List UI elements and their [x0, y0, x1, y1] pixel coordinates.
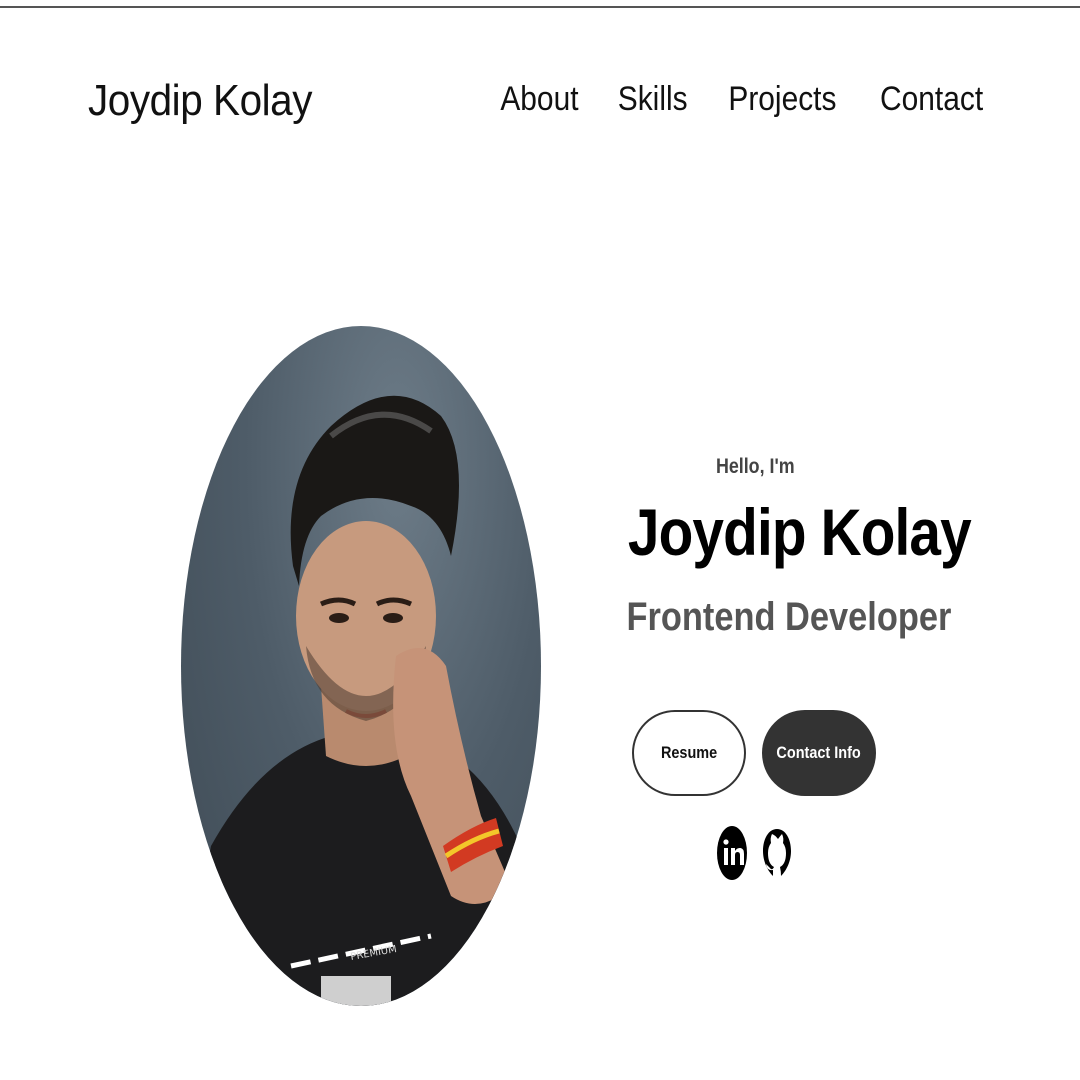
top-border — [0, 6, 1080, 8]
resume-button[interactable]: Resume — [632, 710, 746, 796]
nav-link-projects[interactable]: Projects — [728, 80, 836, 119]
nav-link-contact[interactable]: Contact — [880, 80, 983, 119]
hero-section: Hello, I'm Joydip Kolay Frontend Develop… — [600, 455, 971, 640]
profile-photo: PREMIUM — [181, 326, 541, 1006]
contact-info-button[interactable]: Contact Info — [762, 710, 876, 796]
hero-greeting: Hello, I'm — [715, 455, 795, 478]
site-logo[interactable]: Joydip Kolay — [88, 76, 312, 126]
hero-title: Frontend Developer — [626, 595, 952, 639]
nav-link-skills[interactable]: Skills — [617, 80, 687, 119]
main-nav: About Skills Projects Contact — [495, 80, 990, 119]
github-icon[interactable] — [762, 826, 792, 880]
hero-name: Joydip Kolay — [627, 495, 972, 569]
resume-button-label: Resume — [660, 743, 718, 762]
nav-link-about[interactable]: About — [500, 80, 578, 119]
social-links — [717, 826, 792, 880]
contact-info-button-label: Contact Info — [776, 743, 862, 762]
hero-buttons: Resume Contact Info — [632, 710, 876, 796]
linkedin-icon[interactable] — [717, 826, 747, 880]
